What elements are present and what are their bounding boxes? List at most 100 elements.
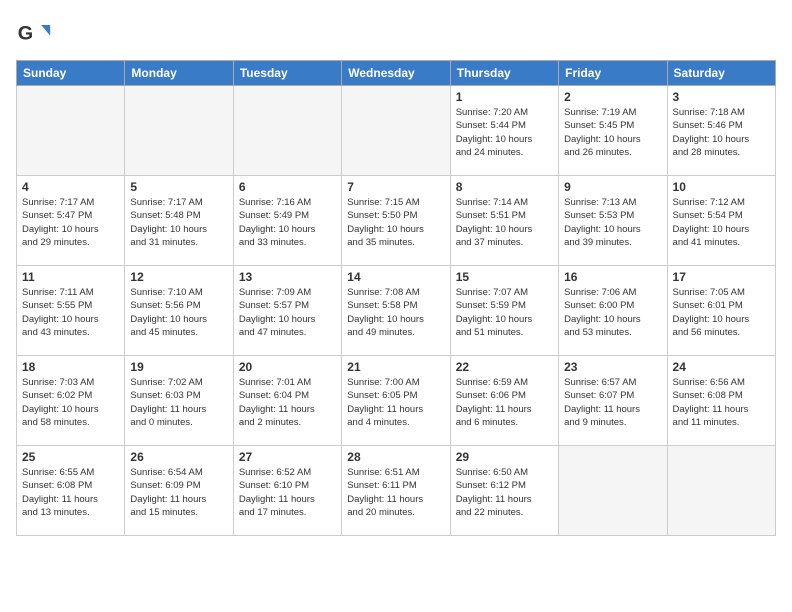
calendar-cell: 15Sunrise: 7:07 AMSunset: 5:59 PMDayligh… — [450, 266, 558, 356]
calendar-cell — [342, 86, 450, 176]
day-info: Sunrise: 7:16 AMSunset: 5:49 PMDaylight:… — [239, 196, 336, 249]
calendar-header-tuesday: Tuesday — [233, 61, 341, 86]
calendar-cell — [559, 446, 667, 536]
day-info: Sunrise: 7:00 AMSunset: 6:05 PMDaylight:… — [347, 376, 444, 429]
calendar-cell: 24 Sunrise: 6:56 AMSunset: 6:08 PMDayligh… — [667, 356, 775, 446]
day-number: 28 — [347, 450, 444, 464]
calendar-cell: 2Sunrise: 7:19 AMSunset: 5:45 PMDaylight… — [559, 86, 667, 176]
day-number: 3 — [673, 90, 770, 104]
day-info: Sunrise: 6:52 AMSunset: 6:10 PMDaylight:… — [239, 466, 336, 519]
calendar-cell: 12 Sunrise: 7:10 AMSunset: 5:56 PMDayligh… — [125, 266, 233, 356]
day-number: 4 — [22, 180, 119, 194]
day-number: 16 — [564, 270, 661, 284]
calendar-cell — [667, 446, 775, 536]
day-info: Sunrise: 7:20 AMSunset: 5:44 PMDaylight:… — [456, 106, 553, 159]
calendar-week-row-2: 4 Sunrise: 7:17 AMSunset: 5:47 PMDaylight… — [17, 176, 776, 266]
day-info: Sunrise: 7:17 AMSunset: 5:48 PMDaylight:… — [130, 196, 227, 249]
calendar-header-row: SundayMondayTuesdayWednesdayThursdayFrid… — [17, 61, 776, 86]
day-number: 19 — [130, 360, 227, 374]
day-info: Sunrise: 7:03 AMSunset: 6:02 PMDaylight:… — [22, 376, 119, 429]
calendar-header-wednesday: Wednesday — [342, 61, 450, 86]
calendar-cell: 26 Sunrise: 6:54 AMSunset: 6:09 PMDayligh… — [125, 446, 233, 536]
calendar-week-row-3: 11 Sunrise: 7:11 AMSunset: 5:55 PMDayligh… — [17, 266, 776, 356]
day-number: 1 — [456, 90, 553, 104]
logo: G — [16, 16, 56, 52]
calendar-cell: 19 Sunrise: 7:02 AMSunset: 6:03 PMDayligh… — [125, 356, 233, 446]
day-number: 27 — [239, 450, 336, 464]
day-number: 14 — [347, 270, 444, 284]
svg-text:G: G — [18, 22, 33, 44]
day-info: Sunrise: 7:14 AMSunset: 5:51 PMDaylight:… — [456, 196, 553, 249]
day-number: 29 — [456, 450, 553, 464]
day-info: Sunrise: 6:54 AMSunset: 6:09 PMDaylight:… — [130, 466, 227, 519]
day-number: 26 — [130, 450, 227, 464]
page-header: G — [16, 16, 776, 52]
day-number: 6 — [239, 180, 336, 194]
calendar-header-sunday: Sunday — [17, 61, 125, 86]
calendar-cell: 14 Sunrise: 7:08 AMSunset: 5:58 PMDayligh… — [342, 266, 450, 356]
day-number: 24 — [673, 360, 770, 374]
logo-icon: G — [16, 16, 52, 52]
calendar-cell — [125, 86, 233, 176]
calendar-cell: 23Sunrise: 6:57 AMSunset: 6:07 PMDayligh… — [559, 356, 667, 446]
day-number: 7 — [347, 180, 444, 194]
calendar-cell: 4 Sunrise: 7:17 AMSunset: 5:47 PMDaylight… — [17, 176, 125, 266]
day-info: Sunrise: 7:01 AMSunset: 6:04 PMDaylight:… — [239, 376, 336, 429]
day-number: 10 — [673, 180, 770, 194]
calendar-cell: 6 Sunrise: 7:16 AMSunset: 5:49 PMDaylight… — [233, 176, 341, 266]
calendar-table: SundayMondayTuesdayWednesdayThursdayFrid… — [16, 60, 776, 536]
day-number: 9 — [564, 180, 661, 194]
calendar-cell: 11 Sunrise: 7:11 AMSunset: 5:55 PMDayligh… — [17, 266, 125, 356]
day-info: Sunrise: 7:10 AMSunset: 5:56 PMDaylight:… — [130, 286, 227, 339]
calendar-week-row-1: 1 Sunrise: 7:20 AMSunset: 5:44 PMDaylight… — [17, 86, 776, 176]
day-info: Sunrise: 7:19 AMSunset: 5:45 PMDaylight:… — [564, 106, 661, 159]
day-info: Sunrise: 7:13 AMSunset: 5:53 PMDaylight:… — [564, 196, 661, 249]
day-info: Sunrise: 7:11 AMSunset: 5:55 PMDaylight:… — [22, 286, 119, 339]
calendar-cell: 17 Sunrise: 7:05 AMSunset: 6:01 PMDayligh… — [667, 266, 775, 356]
calendar-cell: 9 Sunrise: 7:13 AMSunset: 5:53 PMDaylight… — [559, 176, 667, 266]
day-number: 20 — [239, 360, 336, 374]
day-info: Sunrise: 6:55 AMSunset: 6:08 PMDaylight:… — [22, 466, 119, 519]
calendar-cell: 13 Sunrise: 7:09 AMSunset: 5:57 PMDayligh… — [233, 266, 341, 356]
day-number: 13 — [239, 270, 336, 284]
calendar-cell: 21 Sunrise: 7:00 AMSunset: 6:05 PMDayligh… — [342, 356, 450, 446]
calendar-cell: 3 Sunrise: 7:18 AMSunset: 5:46 PMDaylight… — [667, 86, 775, 176]
day-info: Sunrise: 6:56 AMSunset: 6:08 PMDaylight:… — [673, 376, 770, 429]
calendar-cell: 22 Sunrise: 6:59 AMSunset: 6:06 PMDayligh… — [450, 356, 558, 446]
day-number: 25 — [22, 450, 119, 464]
day-info: Sunrise: 7:05 AMSunset: 6:01 PMDaylight:… — [673, 286, 770, 339]
day-info: Sunrise: 6:51 AMSunset: 6:11 PMDaylight:… — [347, 466, 444, 519]
calendar-header-monday: Monday — [125, 61, 233, 86]
calendar-week-row-5: 25 Sunrise: 6:55 AMSunset: 6:08 PMDayligh… — [17, 446, 776, 536]
calendar-cell: 16Sunrise: 7:06 AMSunset: 6:00 PMDayligh… — [559, 266, 667, 356]
day-info: Sunrise: 7:18 AMSunset: 5:46 PMDaylight:… — [673, 106, 770, 159]
calendar-cell — [233, 86, 341, 176]
day-info: Sunrise: 7:09 AMSunset: 5:57 PMDaylight:… — [239, 286, 336, 339]
calendar-cell: 27 Sunrise: 6:52 AMSunset: 6:10 PMDayligh… — [233, 446, 341, 536]
day-number: 17 — [673, 270, 770, 284]
calendar-cell: 20 Sunrise: 7:01 AMSunset: 6:04 PMDayligh… — [233, 356, 341, 446]
day-number: 12 — [130, 270, 227, 284]
day-number: 5 — [130, 180, 227, 194]
day-number: 21 — [347, 360, 444, 374]
calendar-header-friday: Friday — [559, 61, 667, 86]
day-number: 22 — [456, 360, 553, 374]
calendar-header-thursday: Thursday — [450, 61, 558, 86]
day-number: 11 — [22, 270, 119, 284]
day-info: Sunrise: 7:08 AMSunset: 5:58 PMDaylight:… — [347, 286, 444, 339]
calendar-cell: 28 Sunrise: 6:51 AMSunset: 6:11 PMDayligh… — [342, 446, 450, 536]
calendar-cell: 25 Sunrise: 6:55 AMSunset: 6:08 PMDayligh… — [17, 446, 125, 536]
day-info: Sunrise: 7:12 AMSunset: 5:54 PMDaylight:… — [673, 196, 770, 249]
day-info: Sunrise: 7:17 AMSunset: 5:47 PMDaylight:… — [22, 196, 119, 249]
calendar-cell: 8 Sunrise: 7:14 AMSunset: 5:51 PMDaylight… — [450, 176, 558, 266]
day-number: 8 — [456, 180, 553, 194]
day-number: 23 — [564, 360, 661, 374]
calendar-week-row-4: 18 Sunrise: 7:03 AMSunset: 6:02 PMDayligh… — [17, 356, 776, 446]
day-number: 15 — [456, 270, 553, 284]
calendar-cell: 7Sunrise: 7:15 AMSunset: 5:50 PMDaylight… — [342, 176, 450, 266]
day-number: 18 — [22, 360, 119, 374]
day-info: Sunrise: 7:02 AMSunset: 6:03 PMDaylight:… — [130, 376, 227, 429]
day-info: Sunrise: 6:59 AMSunset: 6:06 PMDaylight:… — [456, 376, 553, 429]
calendar-cell: 1 Sunrise: 7:20 AMSunset: 5:44 PMDaylight… — [450, 86, 558, 176]
calendar-cell: 10 Sunrise: 7:12 AMSunset: 5:54 PMDayligh… — [667, 176, 775, 266]
